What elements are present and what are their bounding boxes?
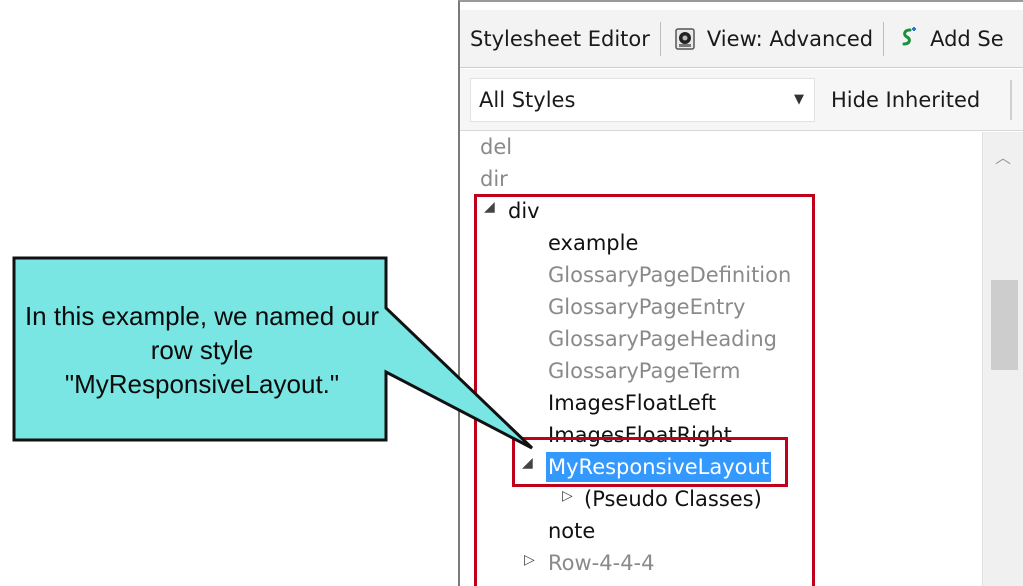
editor-title: Stylesheet Editor bbox=[470, 26, 650, 51]
filter-separator bbox=[1010, 79, 1013, 120]
filter-bar: All Styles ▼ Hide Inherited bbox=[460, 69, 1023, 131]
view-advanced-label: View: Advanced bbox=[706, 26, 874, 51]
tree-scrollbar[interactable]: ︿ bbox=[982, 132, 1023, 586]
styles-filter-value: All Styles bbox=[479, 87, 576, 112]
callout-text: In this example, we named our row style … bbox=[24, 300, 380, 399]
view-advanced-button[interactable]: View: Advanced bbox=[671, 25, 873, 53]
dropdown-arrow-icon: ▼ bbox=[794, 92, 804, 107]
toolbar-view-icon bbox=[671, 25, 699, 53]
scrollbar-thumb[interactable] bbox=[991, 280, 1018, 370]
toolbar-separator bbox=[883, 21, 885, 56]
toolbar-separator bbox=[659, 21, 661, 56]
scroll-up-icon[interactable]: ︿ bbox=[995, 144, 1011, 168]
tree-item-dir[interactable]: dir bbox=[480, 164, 508, 194]
tree-item-del[interactable]: del bbox=[480, 132, 512, 162]
editor-toolbar: Stylesheet Editor View: Advanced Add Se bbox=[460, 10, 1023, 68]
my-responsive-layout-highlight bbox=[512, 437, 788, 487]
div-children-highlight bbox=[474, 194, 815, 586]
add-selector-label: Add Se bbox=[930, 26, 1004, 51]
hide-inherited-button[interactable]: Hide Inherited bbox=[831, 88, 980, 112]
styles-filter-select[interactable]: All Styles ▼ bbox=[470, 77, 815, 122]
add-selector-icon bbox=[894, 25, 922, 53]
add-selector-button[interactable]: Add Se bbox=[894, 25, 1004, 53]
